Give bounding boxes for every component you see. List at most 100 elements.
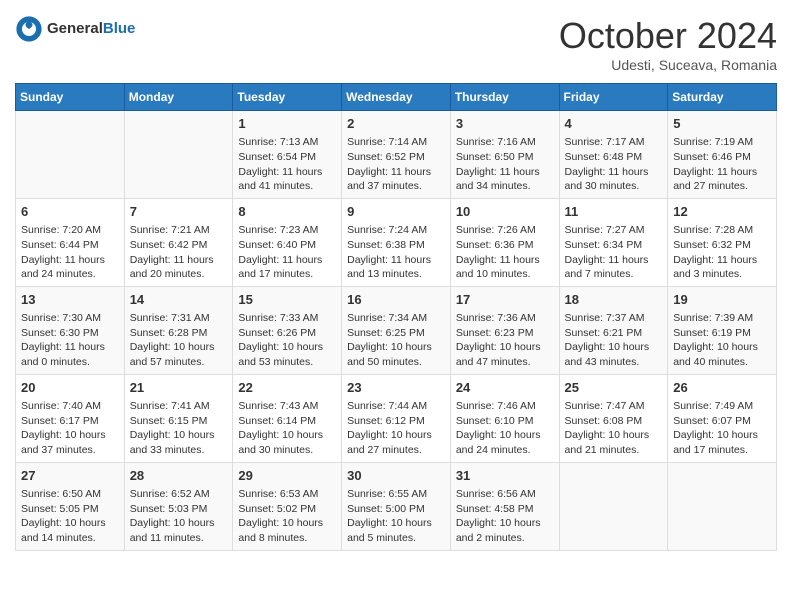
- day-number: 23: [347, 379, 445, 397]
- weekday-header-friday: Friday: [559, 84, 668, 111]
- calendar-cell: 3 Sunrise: 7:16 AM Sunset: 6:50 PM Daylig…: [450, 111, 559, 199]
- day-number: 26: [673, 379, 771, 397]
- day-info: Sunrise: 7:39 AM Sunset: 6:19 PM Dayligh…: [673, 311, 771, 370]
- calendar-cell: 26 Sunrise: 7:49 AM Sunset: 6:07 PM Dayli…: [668, 374, 777, 462]
- calendar-table: SundayMondayTuesdayWednesdayThursdayFrid…: [15, 83, 777, 551]
- calendar-cell: 1 Sunrise: 7:13 AM Sunset: 6:54 PM Daylig…: [233, 111, 342, 199]
- day-number: 16: [347, 291, 445, 309]
- day-number: 20: [21, 379, 119, 397]
- day-number: 2: [347, 115, 445, 133]
- calendar-cell: 18 Sunrise: 7:37 AM Sunset: 6:21 PM Dayli…: [559, 286, 668, 374]
- calendar-header: SundayMondayTuesdayWednesdayThursdayFrid…: [16, 84, 777, 111]
- calendar-week-5: 27 Sunrise: 6:50 AM Sunset: 5:05 PM Dayli…: [16, 462, 777, 550]
- calendar-cell: 22 Sunrise: 7:43 AM Sunset: 6:14 PM Dayli…: [233, 374, 342, 462]
- calendar-cell: 5Sunrise: 7:19 AM Sunset: 6:46 PM Daylig…: [668, 111, 777, 199]
- calendar-cell: 25Sunrise: 7:47 AM Sunset: 6:08 PM Dayli…: [559, 374, 668, 462]
- calendar-cell: 9 Sunrise: 7:24 AM Sunset: 6:38 PM Daylig…: [342, 198, 451, 286]
- day-info: Sunrise: 7:43 AM Sunset: 6:14 PM Dayligh…: [238, 399, 336, 458]
- calendar-cell: 12 Sunrise: 7:28 AM Sunset: 6:32 PM Dayli…: [668, 198, 777, 286]
- weekday-header-saturday: Saturday: [668, 84, 777, 111]
- day-info: Sunrise: 7:33 AM Sunset: 6:26 PM Dayligh…: [238, 311, 336, 370]
- day-number: 12: [673, 203, 771, 221]
- day-info: Sunrise: 7:46 AM Sunset: 6:10 PM Dayligh…: [456, 399, 554, 458]
- day-info: Sunrise: 7:37 AM Sunset: 6:21 PM Dayligh…: [565, 311, 663, 370]
- calendar-cell: 19 Sunrise: 7:39 AM Sunset: 6:19 PM Dayli…: [668, 286, 777, 374]
- day-number: 18: [565, 291, 663, 309]
- day-info: Sunrise: 6:50 AM Sunset: 5:05 PM Dayligh…: [21, 487, 119, 546]
- logo: GeneralBlue: [15, 15, 135, 43]
- day-number: 5: [673, 115, 771, 133]
- logo-icon: [15, 15, 43, 43]
- day-number: 11: [565, 203, 663, 221]
- day-info: Sunrise: 7:41 AM Sunset: 6:15 PM Dayligh…: [130, 399, 228, 458]
- day-number: 6: [21, 203, 119, 221]
- day-number: 13: [21, 291, 119, 309]
- day-number: 9: [347, 203, 445, 221]
- day-number: 19: [673, 291, 771, 309]
- calendar-cell: 14Sunrise: 7:31 AM Sunset: 6:28 PM Dayli…: [124, 286, 233, 374]
- day-number: 14: [130, 291, 228, 309]
- day-info: Sunrise: 7:49 AM Sunset: 6:07 PM Dayligh…: [673, 399, 771, 458]
- title-block: October 2024 Udesti, Suceava, Romania: [559, 15, 777, 73]
- page-header: GeneralBlue October 2024 Udesti, Suceava…: [15, 15, 777, 73]
- calendar-cell: 29 Sunrise: 6:53 AM Sunset: 5:02 PM Dayli…: [233, 462, 342, 550]
- calendar-cell: 11 Sunrise: 7:27 AM Sunset: 6:34 PM Dayli…: [559, 198, 668, 286]
- day-info: Sunrise: 7:28 AM Sunset: 6:32 PM Dayligh…: [673, 223, 771, 282]
- day-info: Sunrise: 7:40 AM Sunset: 6:17 PM Dayligh…: [21, 399, 119, 458]
- day-number: 27: [21, 467, 119, 485]
- calendar-cell: 15 Sunrise: 7:33 AM Sunset: 6:26 PM Dayli…: [233, 286, 342, 374]
- day-number: 24: [456, 379, 554, 397]
- day-info: Sunrise: 7:16 AM Sunset: 6:50 PM Dayligh…: [456, 135, 554, 194]
- calendar-cell: 6Sunrise: 7:20 AM Sunset: 6:44 PM Daylig…: [16, 198, 125, 286]
- day-number: 22: [238, 379, 336, 397]
- day-info: Sunrise: 7:44 AM Sunset: 6:12 PM Dayligh…: [347, 399, 445, 458]
- day-number: 29: [238, 467, 336, 485]
- calendar-cell: [16, 111, 125, 199]
- calendar-week-1: 1 Sunrise: 7:13 AM Sunset: 6:54 PM Daylig…: [16, 111, 777, 199]
- calendar-cell: 17Sunrise: 7:36 AM Sunset: 6:23 PM Dayli…: [450, 286, 559, 374]
- day-number: 3: [456, 115, 554, 133]
- calendar-cell: 4 Sunrise: 7:17 AM Sunset: 6:48 PM Daylig…: [559, 111, 668, 199]
- day-number: 28: [130, 467, 228, 485]
- day-info: Sunrise: 7:47 AM Sunset: 6:08 PM Dayligh…: [565, 399, 663, 458]
- calendar-cell: [124, 111, 233, 199]
- calendar-cell: 24 Sunrise: 7:46 AM Sunset: 6:10 PM Dayli…: [450, 374, 559, 462]
- calendar-cell: 2Sunrise: 7:14 AM Sunset: 6:52 PM Daylig…: [342, 111, 451, 199]
- day-info: Sunrise: 7:24 AM Sunset: 6:38 PM Dayligh…: [347, 223, 445, 282]
- day-number: 30: [347, 467, 445, 485]
- day-info: Sunrise: 7:27 AM Sunset: 6:34 PM Dayligh…: [565, 223, 663, 282]
- weekday-header-thursday: Thursday: [450, 84, 559, 111]
- calendar-cell: 30 Sunrise: 6:55 AM Sunset: 5:00 PM Dayli…: [342, 462, 451, 550]
- calendar-cell: [668, 462, 777, 550]
- day-info: Sunrise: 7:30 AM Sunset: 6:30 PM Dayligh…: [21, 311, 119, 370]
- day-number: 17: [456, 291, 554, 309]
- weekday-header-tuesday: Tuesday: [233, 84, 342, 111]
- day-info: Sunrise: 7:21 AM Sunset: 6:42 PM Dayligh…: [130, 223, 228, 282]
- calendar-cell: 31Sunrise: 6:56 AM Sunset: 4:58 PM Dayli…: [450, 462, 559, 550]
- day-number: 21: [130, 379, 228, 397]
- day-info: Sunrise: 6:52 AM Sunset: 5:03 PM Dayligh…: [130, 487, 228, 546]
- location: Udesti, Suceava, Romania: [559, 57, 777, 73]
- day-number: 15: [238, 291, 336, 309]
- calendar-cell: 13 Sunrise: 7:30 AM Sunset: 6:30 PM Dayli…: [16, 286, 125, 374]
- calendar-cell: 27 Sunrise: 6:50 AM Sunset: 5:05 PM Dayli…: [16, 462, 125, 550]
- calendar-cell: 7Sunrise: 7:21 AM Sunset: 6:42 PM Daylig…: [124, 198, 233, 286]
- day-number: 31: [456, 467, 554, 485]
- day-number: 10: [456, 203, 554, 221]
- calendar-week-4: 20 Sunrise: 7:40 AM Sunset: 6:17 PM Dayli…: [16, 374, 777, 462]
- calendar-cell: 28 Sunrise: 6:52 AM Sunset: 5:03 PM Dayli…: [124, 462, 233, 550]
- calendar-cell: 8Sunrise: 7:23 AM Sunset: 6:40 PM Daylig…: [233, 198, 342, 286]
- day-info: Sunrise: 7:26 AM Sunset: 6:36 PM Dayligh…: [456, 223, 554, 282]
- day-info: Sunrise: 7:17 AM Sunset: 6:48 PM Dayligh…: [565, 135, 663, 194]
- day-info: Sunrise: 7:13 AM Sunset: 6:54 PM Dayligh…: [238, 135, 336, 194]
- day-number: 4: [565, 115, 663, 133]
- calendar-cell: 21 Sunrise: 7:41 AM Sunset: 6:15 PM Dayli…: [124, 374, 233, 462]
- calendar-week-2: 6Sunrise: 7:20 AM Sunset: 6:44 PM Daylig…: [16, 198, 777, 286]
- day-info: Sunrise: 6:53 AM Sunset: 5:02 PM Dayligh…: [238, 487, 336, 546]
- day-number: 1: [238, 115, 336, 133]
- calendar-cell: 20 Sunrise: 7:40 AM Sunset: 6:17 PM Dayli…: [16, 374, 125, 462]
- weekday-header-monday: Monday: [124, 84, 233, 111]
- day-info: Sunrise: 6:55 AM Sunset: 5:00 PM Dayligh…: [347, 487, 445, 546]
- calendar-cell: 10 Sunrise: 7:26 AM Sunset: 6:36 PM Dayli…: [450, 198, 559, 286]
- calendar-cell: 16Sunrise: 7:34 AM Sunset: 6:25 PM Dayli…: [342, 286, 451, 374]
